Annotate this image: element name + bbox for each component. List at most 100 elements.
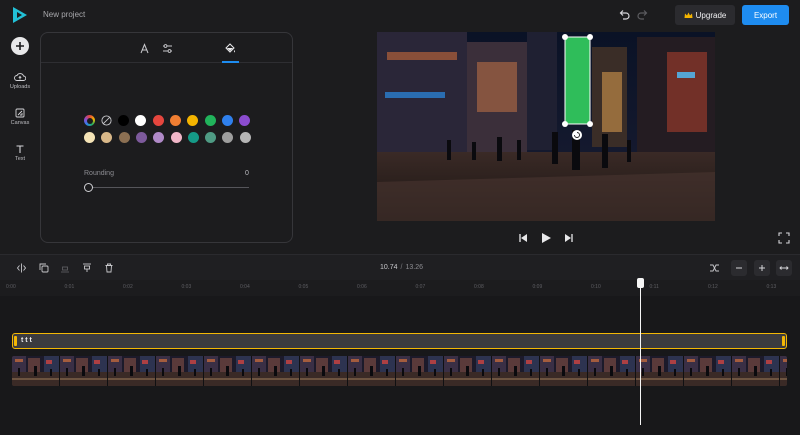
color-swatch[interactable] — [187, 115, 199, 126]
preview-frame-image — [377, 32, 715, 221]
timeline-toolbar: 10.74/13.26 — [0, 254, 800, 280]
rail-item-text[interactable]: Text — [0, 144, 40, 162]
color-swatch[interactable] — [187, 132, 199, 143]
ruler-tick-label: 0:07 — [415, 284, 426, 290]
color-swatch[interactable] — [101, 132, 113, 143]
plus-icon — [16, 42, 24, 50]
rail-item-uploads[interactable]: Uploads — [0, 72, 40, 90]
align-bottom-button[interactable] — [57, 260, 73, 276]
ruler-tick-label: 0:13 — [766, 284, 777, 290]
color-swatch[interactable] — [153, 132, 165, 143]
color-swatch[interactable] — [239, 132, 251, 143]
playhead-line[interactable] — [640, 280, 641, 425]
shuffle-fit-icon — [709, 264, 719, 272]
fit-timeline-button[interactable] — [706, 260, 722, 276]
split-icon — [16, 263, 26, 273]
skip-back-icon[interactable] — [518, 233, 528, 243]
video-preview[interactable] — [377, 32, 715, 221]
ruler-tick-label: 0:01 — [64, 284, 75, 290]
paint-bucket-icon — [225, 43, 235, 53]
color-swatch[interactable] — [170, 132, 182, 143]
upgrade-button[interactable]: Upgrade — [675, 5, 735, 25]
ruler-tick-label: 0:12 — [708, 284, 718, 290]
ruler-tick-label: 0:06 — [357, 284, 367, 290]
play-icon[interactable] — [540, 232, 552, 244]
timeline-ruler[interactable]: 0:00 0:01 0:02 0:03 0:04 0:05 0:06 0:07 0:08 0:09… — [0, 280, 800, 296]
color-picker-swatch[interactable] — [84, 115, 95, 126]
rounding-slider-track[interactable] — [89, 187, 249, 188]
color-swatch[interactable] — [135, 115, 147, 126]
color-swatch[interactable] — [84, 132, 95, 143]
split-button[interactable] — [13, 260, 29, 276]
project-name[interactable]: New project — [43, 10, 85, 19]
ruler-tick-label: 0:09 — [532, 284, 543, 290]
color-swatch[interactable] — [118, 132, 130, 143]
ruler-tick-label: 0:10 — [591, 284, 601, 290]
minus-icon — [736, 267, 742, 269]
no-color-icon[interactable] — [101, 115, 112, 126]
canvas-icon — [15, 108, 25, 118]
rail-label-canvas: Canvas — [10, 120, 30, 126]
tab-fill[interactable] — [223, 41, 237, 55]
current-time: 10.74 — [380, 264, 398, 271]
text-icon — [16, 145, 24, 153]
color-swatch[interactable] — [152, 115, 164, 126]
left-rail: Uploads Canvas Text — [0, 32, 40, 254]
ruler-tick-label: 0:08 — [474, 284, 484, 290]
color-swatch[interactable] — [205, 132, 217, 143]
ruler-tick-label: 0:00 — [6, 284, 16, 290]
expand-horizontal-icon — [779, 266, 789, 270]
timecode-separator: / — [400, 264, 403, 271]
redo-icon[interactable] — [637, 9, 649, 21]
tab-adjust[interactable] — [160, 41, 174, 55]
timeline-tracks: t t t — [0, 296, 800, 435]
align-top-button[interactable] — [79, 260, 95, 276]
align-top-icon — [83, 263, 91, 272]
green-rectangle-shape — [565, 37, 590, 124]
app-logo-icon[interactable] — [12, 6, 28, 24]
rounding-slider-thumb[interactable] — [84, 183, 93, 192]
fullscreen-icon[interactable] — [778, 232, 790, 244]
playhead-handle[interactable] — [637, 278, 644, 288]
active-tab-indicator — [222, 61, 239, 63]
color-swatch[interactable] — [239, 115, 251, 126]
color-swatch[interactable] — [169, 115, 181, 126]
ruler-tick-label: 0:05 — [298, 284, 309, 290]
add-media-button[interactable] — [11, 37, 29, 55]
tab-text-style[interactable] — [137, 41, 151, 55]
duplicate-icon — [39, 263, 49, 273]
skip-forward-icon[interactable] — [564, 233, 574, 243]
video-clip[interactable] — [12, 356, 787, 386]
color-swatch[interactable] — [118, 115, 129, 126]
expand-timeline-button[interactable] — [776, 260, 792, 276]
rail-label-text: Text — [14, 156, 26, 162]
ruler-tick-label: 0:04 — [240, 284, 250, 290]
text-clip[interactable]: t t t — [12, 333, 787, 349]
timecode: 10.74/13.26 — [380, 264, 423, 271]
color-swatch[interactable] — [222, 132, 234, 143]
rail-item-canvas[interactable]: Canvas — [0, 108, 40, 126]
color-swatch[interactable] — [204, 115, 216, 126]
zoom-in-button[interactable] — [754, 260, 770, 276]
clip-trim-handle-left[interactable] — [14, 336, 17, 346]
trash-icon — [105, 263, 113, 273]
delete-button[interactable] — [101, 260, 117, 276]
top-bar: New project Upgrade Export — [0, 0, 800, 32]
rounding-label: Rounding — [84, 170, 114, 177]
properties-panel: Rounding 0 — [40, 32, 293, 243]
panel-tabs — [41, 33, 292, 63]
clip-trim-handle-right[interactable] — [782, 336, 785, 346]
rail-label-uploads: Uploads — [9, 84, 31, 90]
color-swatch[interactable] — [221, 115, 233, 126]
ruler-tick-label: 0:03 — [181, 284, 192, 290]
video-filmstrip — [12, 356, 787, 386]
zoom-out-button[interactable] — [731, 260, 747, 276]
undo-icon[interactable] — [618, 9, 630, 21]
rounding-value: 0 — [245, 170, 249, 177]
upgrade-label: Upgrade — [695, 10, 727, 20]
export-button[interactable]: Export — [742, 5, 789, 25]
ruler-tick-label: 0:11 — [649, 284, 659, 290]
playback-controls — [515, 231, 575, 245]
color-swatch[interactable] — [135, 132, 147, 143]
duplicate-button[interactable] — [36, 260, 52, 276]
